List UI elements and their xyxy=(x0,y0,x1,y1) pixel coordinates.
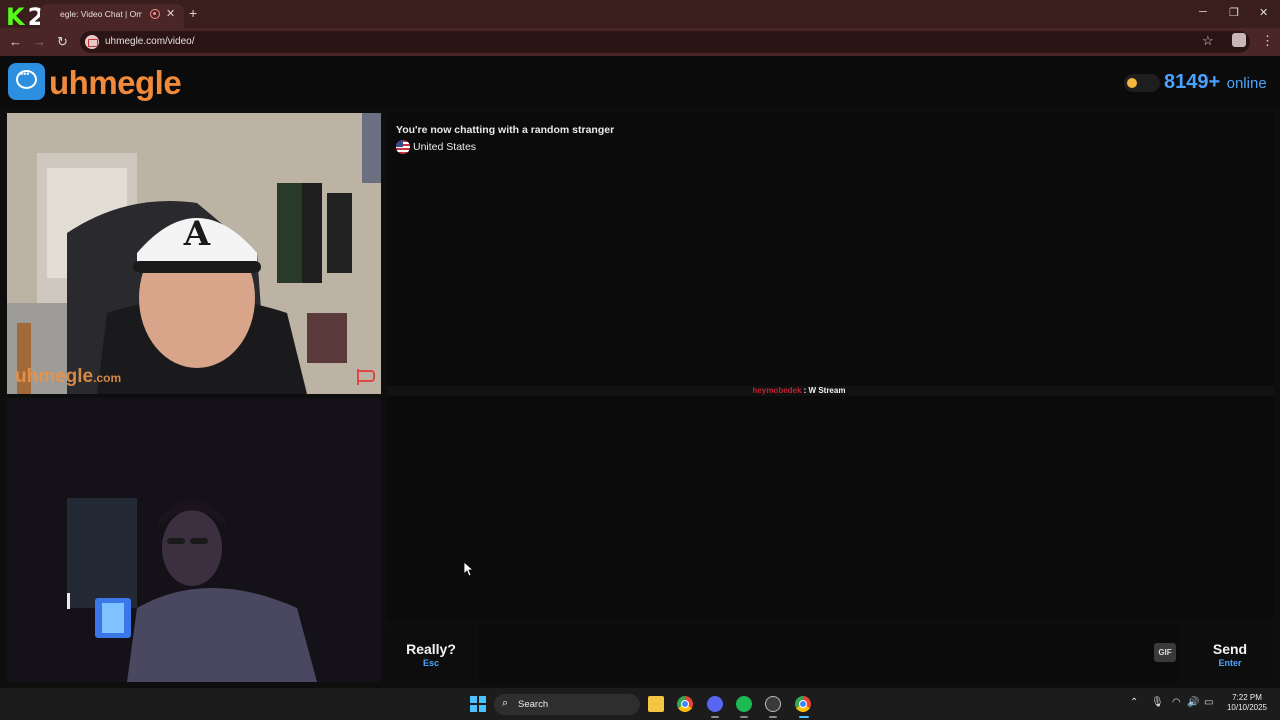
theme-toggle[interactable] xyxy=(1124,74,1160,92)
volume-icon[interactable]: 🔊 xyxy=(1187,697,1199,708)
chat-message-input[interactable] xyxy=(479,625,1180,682)
report-flag-icon[interactable] xyxy=(357,369,375,385)
chat-status-text: You're now chatting with a random strang… xyxy=(396,124,615,136)
watermark-main: uhmegle xyxy=(15,366,94,387)
kick-k: K xyxy=(6,3,25,31)
chrome-profile-icon[interactable] xyxy=(795,696,811,712)
message-username[interactable]: heymobedek xyxy=(753,386,802,395)
browser-address-bar: ← → ↻ uhmegle.com/video/ ☆ xyxy=(0,28,1280,56)
back-icon[interactable]: ← xyxy=(9,34,22,49)
browser-menu-icon[interactable]: ⋮ xyxy=(1261,33,1274,49)
chat-message: heymobedek : W Stream xyxy=(387,386,1211,395)
discord-running-indicator xyxy=(711,716,719,718)
forward-icon[interactable]: → xyxy=(33,34,46,49)
minimize-icon[interactable]: ─ xyxy=(1199,6,1207,18)
self-video-frame xyxy=(7,398,381,682)
chat-log: You're now chatting with a random strang… xyxy=(387,113,1274,620)
spotify-running-indicator xyxy=(740,716,748,718)
message-text: W Stream xyxy=(808,386,846,395)
chat-bubble-logo-icon[interactable] xyxy=(8,63,45,100)
tab-close-icon[interactable]: ✕ xyxy=(166,7,175,20)
window-close-icon[interactable]: ✕ xyxy=(1259,6,1268,19)
tray-expand-icon[interactable]: ⌃ xyxy=(1130,697,1138,708)
sun-icon xyxy=(1127,78,1137,88)
wifi-icon[interactable]: ◠ xyxy=(1172,697,1181,708)
skip-button[interactable]: Really? Esc xyxy=(387,625,475,682)
chrome-icon[interactable] xyxy=(677,696,693,712)
skip-hint: Esc xyxy=(422,658,439,668)
country-name: United States xyxy=(413,140,477,153)
stranger-video: A uhmegle.com xyxy=(7,113,381,394)
site-logo-text[interactable]: uhmegle xyxy=(49,64,182,102)
online-counter: 8149+ online xyxy=(1164,71,1267,94)
url-text[interactable]: uhmegle.com/video/ xyxy=(105,36,195,47)
new-tab-icon[interactable]: + xyxy=(189,5,197,21)
vpn-icon[interactable] xyxy=(765,696,781,712)
stranger-video-frame: A xyxy=(7,113,381,394)
file-explorer-icon[interactable] xyxy=(648,696,664,712)
clock-time: 7:22 PM xyxy=(1232,693,1262,702)
spotify-icon[interactable] xyxy=(736,696,752,712)
recording-icon xyxy=(150,9,160,19)
taskbar-clock[interactable]: 7:22 PM 10/10/2025 xyxy=(1222,693,1272,713)
uhmegle-watermark: uhmegle.com xyxy=(15,366,121,388)
skip-label: Really? xyxy=(406,641,456,657)
self-video xyxy=(7,398,381,682)
tab-title: egle: Video Chat | Ome xyxy=(60,9,142,19)
stranger-country: United States xyxy=(396,138,476,156)
discord-icon[interactable] xyxy=(707,696,723,712)
site-header: uhmegle 8149+ online xyxy=(0,56,1280,108)
browser-tab[interactable]: egle: Video Chat | Ome ✕ xyxy=(40,4,184,28)
chrome-active-indicator xyxy=(799,716,809,718)
browser-tab-bar: K2 egle: Video Chat | Ome ✕ + ─ ❐ ✕ xyxy=(0,0,1280,31)
taskbar-search[interactable]: ⌕ Search xyxy=(494,694,640,715)
reload-icon[interactable]: ↻ xyxy=(57,34,68,50)
microphone-icon[interactable]: 🎙 xyxy=(1151,697,1164,708)
bookmark-star-icon[interactable]: ☆ xyxy=(1202,33,1214,49)
send-label: Send xyxy=(1212,641,1248,657)
send-button[interactable]: Send Enter xyxy=(1185,625,1275,682)
message-separator: : xyxy=(801,386,809,395)
extension-icon[interactable] xyxy=(1232,33,1246,47)
gif-button[interactable]: GIF xyxy=(1154,643,1176,662)
battery-icon[interactable]: ▭ xyxy=(1204,697,1213,708)
site-info-icon[interactable] xyxy=(85,35,99,49)
vpn-running-indicator xyxy=(769,716,777,718)
windows-start-icon[interactable] xyxy=(470,696,486,712)
send-hint: Enter xyxy=(1218,658,1242,668)
search-label: Search xyxy=(518,699,549,710)
search-icon: ⌕ xyxy=(502,697,509,709)
us-flag-icon xyxy=(396,139,410,154)
online-count: 8149+ xyxy=(1164,71,1221,93)
restore-icon[interactable]: ❐ xyxy=(1229,6,1239,19)
svg-text:A: A xyxy=(183,214,211,254)
clock-date: 10/10/2025 xyxy=(1226,703,1268,712)
url-field[interactable]: uhmegle.com/video/ ☆ xyxy=(80,31,1250,53)
windows-taskbar: ⌕ Search ⌃ 🎙 ◠ 🔊 ▭ 7:22 PM 10/10/2025 xyxy=(0,688,1280,720)
watermark-suffix: .com xyxy=(93,371,122,385)
online-label: online xyxy=(1226,75,1267,92)
